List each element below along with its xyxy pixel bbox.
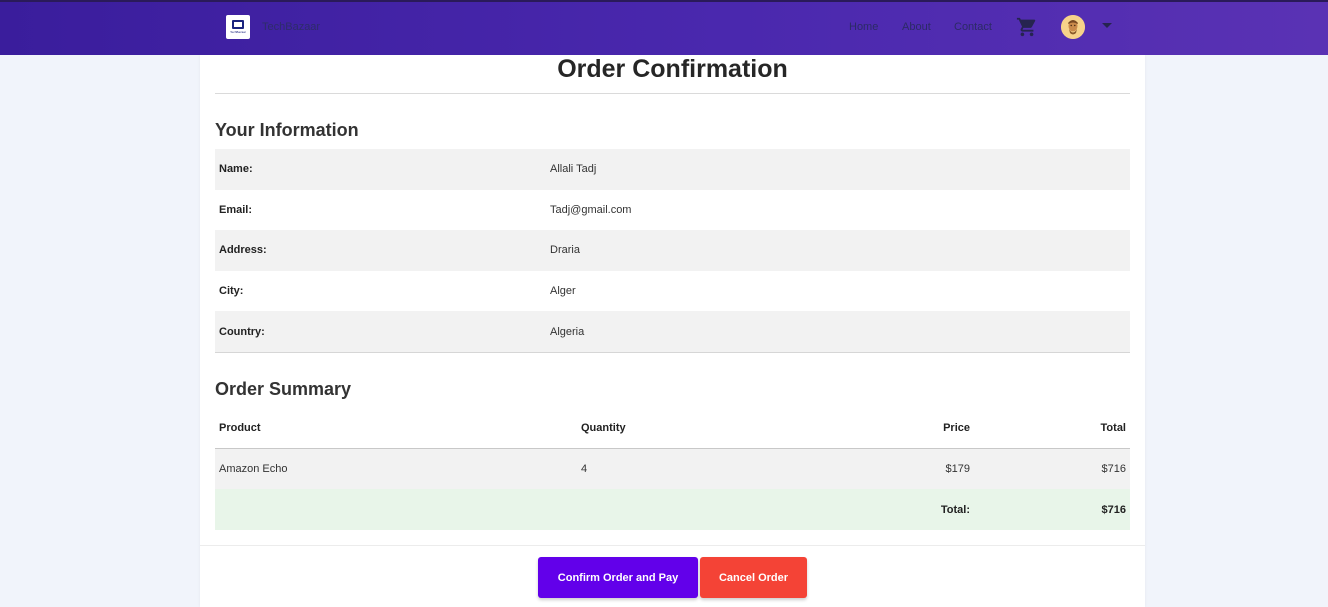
your-information-heading: Your Information — [215, 120, 359, 140]
column-header-quantity: Quantity — [581, 421, 626, 434]
confirm-order-button[interactable]: Confirm Order and Pay — [538, 557, 698, 598]
info-label: Name: — [219, 163, 253, 176]
order-summary-heading: Order Summary — [215, 379, 352, 399]
info-value: Algeria — [550, 325, 585, 338]
nav-link-about[interactable]: About — [902, 21, 931, 33]
avatar[interactable] — [1061, 15, 1085, 39]
info-value: Alger — [550, 285, 576, 298]
info-value: Tadj@gmail.com — [550, 203, 632, 216]
actions-divider — [200, 545, 1145, 546]
monitor-icon — [232, 20, 244, 29]
info-label: Address: — [219, 244, 267, 257]
product-price: $179 — [945, 463, 970, 475]
brand-name[interactable]: TechBazaar — [262, 21, 320, 33]
top-navbar: TechBazaar TechBazaar Home About Contact — [0, 0, 1328, 55]
cart-icon[interactable] — [1016, 16, 1038, 38]
table-header-row: Product Quantity Price Total — [215, 407, 1130, 449]
title-divider — [215, 93, 1130, 94]
cancel-order-button[interactable]: Cancel Order — [700, 557, 807, 598]
page-title: Order Confirmation — [557, 55, 788, 83]
info-row-country: Country: Algeria — [215, 311, 1130, 352]
table-row: Amazon Echo 4 $179 $716 — [215, 449, 1130, 489]
chevron-down-icon[interactable] — [1102, 23, 1112, 28]
order-total-row: Total: $716 — [215, 489, 1130, 530]
info-label: Country: — [219, 325, 265, 338]
logo-text: TechBazaar — [230, 30, 246, 34]
product-quantity: 4 — [581, 463, 588, 475]
info-row-address: Address: Draria — [215, 230, 1130, 271]
order-summary-table: Product Quantity Price Total Amazon Echo… — [215, 407, 1130, 530]
info-label: Email: — [219, 203, 253, 216]
info-row-email: Email: Tadj@gmail.com — [215, 190, 1130, 231]
info-value: Draria — [550, 244, 580, 257]
order-total-value: $716 — [1101, 503, 1126, 516]
product-total: $716 — [1101, 463, 1126, 475]
column-header-price: Price — [943, 421, 970, 434]
info-value: Allali Tadj — [550, 163, 597, 176]
column-header-product: Product — [219, 421, 261, 434]
order-confirmation-card: Order Confirmation Your Information Name… — [200, 55, 1145, 607]
info-row-city: City: Alger — [215, 271, 1130, 312]
product-name: Amazon Echo — [219, 463, 288, 475]
nav-link-contact[interactable]: Contact — [954, 21, 992, 33]
column-header-total: Total — [1100, 421, 1126, 434]
info-label: City: — [219, 285, 244, 298]
info-row-name: Name: Allali Tadj — [215, 149, 1130, 190]
order-total-label: Total: — [940, 503, 970, 516]
customer-info-table: Name: Allali Tadj Email: Tadj@gmail.com … — [215, 149, 1130, 353]
nav-link-home[interactable]: Home — [849, 21, 878, 33]
brand-logo[interactable]: TechBazaar — [226, 15, 250, 39]
